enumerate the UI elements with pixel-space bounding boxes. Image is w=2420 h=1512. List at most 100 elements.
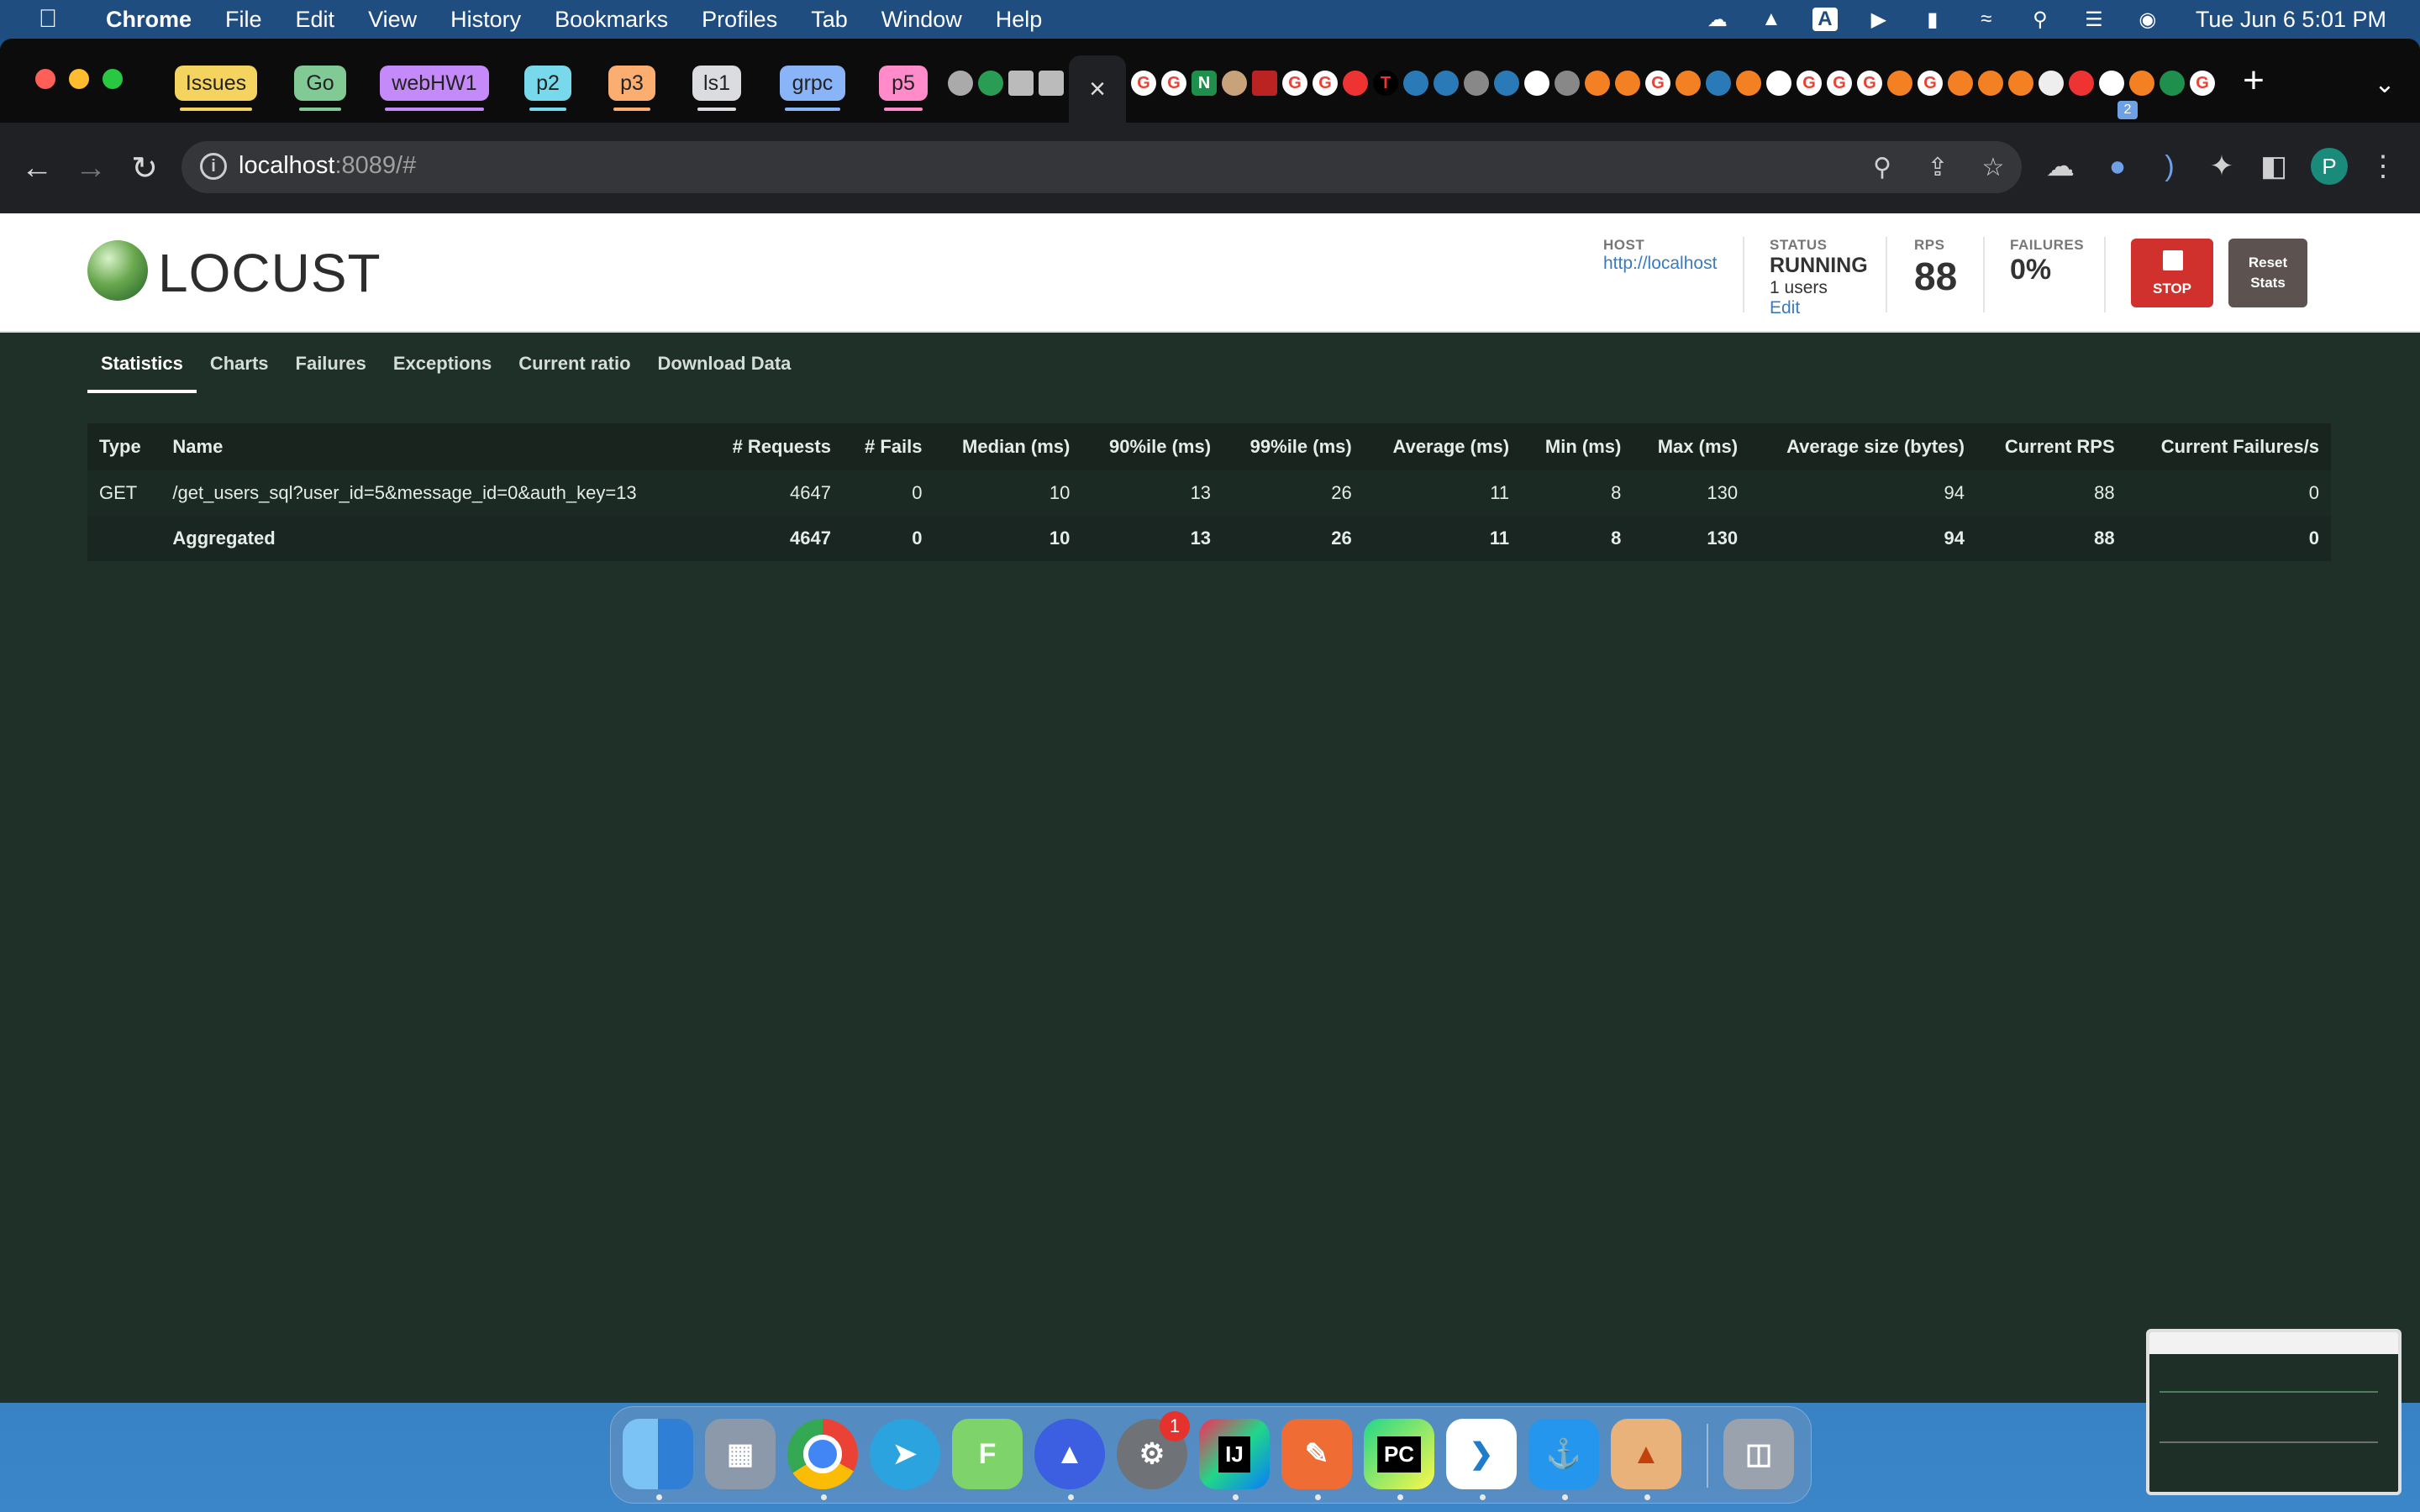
input-source-icon[interactable]: A [1811, 8, 1839, 31]
stackoverflow-tab-icon[interactable] [2008, 71, 2033, 96]
zoom-window-button[interactable] [103, 69, 123, 89]
stackoverflow-tab-icon[interactable] [1948, 71, 1973, 96]
play-circle-icon[interactable]: ▶ [1865, 8, 1893, 31]
share-icon[interactable]: ⇪ [1923, 152, 1953, 182]
minimize-window-button[interactable] [69, 69, 89, 89]
tab-statistics[interactable]: Statistics [87, 348, 197, 393]
docker-tab-icon[interactable] [1434, 71, 1459, 96]
column-header[interactable]: Name [160, 423, 705, 470]
google-tab-icon[interactable]: G [1827, 71, 1852, 96]
dock-chrome-icon[interactable] [787, 1419, 858, 1489]
google-tab-icon[interactable]: G [1131, 71, 1156, 96]
back-arrow-icon[interactable]: ← [17, 148, 57, 188]
column-header[interactable]: Median (ms) [934, 423, 1082, 470]
notion-tab-icon[interactable]: N [1192, 71, 1217, 96]
profile-avatar[interactable]: P [2311, 148, 2348, 185]
column-header[interactable]: Average size (bytes) [1749, 423, 1976, 470]
dock-fleet-icon[interactable]: F [952, 1419, 1023, 1489]
google-tab-icon[interactable]: G [2190, 71, 2215, 96]
stackoverflow-tab-icon[interactable] [1887, 71, 1912, 96]
tab-group-p3[interactable]: p3 [608, 66, 655, 111]
tab-favicon-icon[interactable] [1008, 71, 1034, 96]
google-tab-icon[interactable]: G [1161, 71, 1186, 96]
extension-docker-icon[interactable]: ● [2099, 148, 2136, 185]
dock-nordvpn-icon[interactable]: ▲ [1034, 1419, 1105, 1489]
column-header[interactable]: 99%ile (ms) [1223, 423, 1364, 470]
google-tab-icon[interactable]: G [1857, 71, 1882, 96]
column-header[interactable]: Current RPS [1976, 423, 2127, 470]
github-tab-icon[interactable] [2099, 71, 2124, 96]
menu-view[interactable]: View [368, 7, 417, 33]
google-tab-icon[interactable]: G [1797, 71, 1822, 96]
screenshot-thumbnail-preview[interactable] [2146, 1329, 2402, 1495]
menu-bar-clock[interactable]: Tue Jun 6 5:01 PM [2196, 7, 2386, 33]
close-tab-icon[interactable]: × [1089, 73, 1106, 106]
globe-tab-icon[interactable] [1555, 71, 1580, 96]
menu-help[interactable]: Help [996, 7, 1043, 33]
close-window-button[interactable] [35, 69, 55, 89]
side-panel-icon[interactable]: ◧ [2255, 148, 2292, 185]
cloud-sync-icon[interactable]: ☁ [1703, 8, 1732, 31]
github-tab-icon[interactable] [1766, 71, 1791, 96]
docker-tab-icon[interactable] [1403, 71, 1428, 96]
extension-wave-icon[interactable]: ) [2151, 148, 2188, 185]
control-center-icon[interactable]: ☰ [2080, 8, 2108, 31]
forward-arrow-icon[interactable]: → [71, 148, 111, 188]
tab-charts[interactable]: Charts [197, 348, 282, 390]
dock-trash-icon[interactable]: ◫ [1723, 1419, 1794, 1489]
column-header[interactable]: # Requests [705, 423, 843, 470]
stop-button[interactable]: STOP [2131, 239, 2213, 307]
dock-postman-icon[interactable]: ✎ [1281, 1419, 1352, 1489]
site-info-icon[interactable]: i [200, 153, 227, 180]
google-tab-icon[interactable]: G [1282, 71, 1307, 96]
column-header[interactable]: Average (ms) [1364, 423, 1521, 470]
wifi-icon[interactable]: ≈ [1972, 8, 2001, 31]
dock-docker-icon[interactable]: ⚓ [1528, 1419, 1599, 1489]
column-header[interactable]: Current Failures/s [2127, 423, 2331, 470]
google-tab-icon[interactable]: G [1645, 71, 1670, 96]
host-value[interactable]: http://localhost [1603, 254, 1717, 274]
menu-app-name[interactable]: Chrome [106, 7, 192, 33]
column-header[interactable]: Type [87, 423, 160, 470]
tab-group-grpc[interactable]: grpc [780, 66, 845, 111]
column-header[interactable]: # Fails [843, 423, 934, 470]
target-tab-icon[interactable] [1343, 71, 1368, 96]
tab-search-icon[interactable]: ⌄ [2368, 67, 2402, 101]
tab-group-go[interactable]: Go [294, 66, 346, 111]
dock-finder-icon[interactable] [623, 1419, 693, 1489]
tab-favicon-icon[interactable]: T [1373, 71, 1398, 96]
tab-group-issues[interactable]: Issues [175, 66, 257, 111]
github-tab-icon[interactable] [1524, 71, 1549, 96]
globe-tab-icon[interactable] [948, 71, 973, 96]
google-tab-icon[interactable]: G [1918, 71, 1943, 96]
tab-favicon-icon[interactable] [1039, 71, 1064, 96]
new-tab-button[interactable]: + [2237, 60, 2270, 101]
edit-users-link[interactable]: Edit [1770, 298, 1868, 318]
tab-group-ls1[interactable]: ls1 [692, 66, 741, 111]
globe-tab-icon[interactable] [1464, 71, 1489, 96]
bookmark-star-icon[interactable]: ☆ [1978, 152, 2008, 182]
tab-favicon-icon[interactable] [2039, 71, 2064, 96]
tab-download-data[interactable]: Download Data [644, 348, 805, 390]
battery-icon[interactable]: ▮ [1918, 8, 1947, 31]
dock-telegram-icon[interactable]: ➤ [870, 1419, 940, 1489]
tab-favicon-icon[interactable] [2160, 71, 2185, 96]
tab-favicon-icon[interactable] [978, 71, 1003, 96]
tab-group-p2[interactable]: p2 [524, 66, 571, 111]
menu-history[interactable]: History [450, 7, 521, 33]
reload-icon[interactable]: ↻ [124, 148, 165, 188]
menu-window[interactable]: Window [881, 7, 962, 33]
dock-sublime-icon[interactable]: ▲ [1611, 1419, 1681, 1489]
google-tab-icon[interactable]: G [1313, 71, 1338, 96]
docker-tab-icon[interactable] [1706, 71, 1731, 96]
tab-failures[interactable]: Failures [282, 348, 380, 390]
address-bar[interactable]: i localhost:8089/# ⚲ ⇪ ☆ [182, 141, 2022, 193]
tab-group-p5[interactable]: p5 [879, 66, 928, 111]
stackoverflow-tab-icon[interactable] [1736, 71, 1761, 96]
record-tab-icon[interactable] [2069, 71, 2094, 96]
stackoverflow-tab-icon[interactable] [1615, 71, 1640, 96]
tab-favicon-icon[interactable] [1222, 71, 1247, 96]
column-header[interactable]: Max (ms) [1633, 423, 1749, 470]
tab-group-webhw1[interactable]: webHW1 [380, 66, 489, 111]
stackoverflow-tab-icon[interactable] [1676, 71, 1701, 96]
